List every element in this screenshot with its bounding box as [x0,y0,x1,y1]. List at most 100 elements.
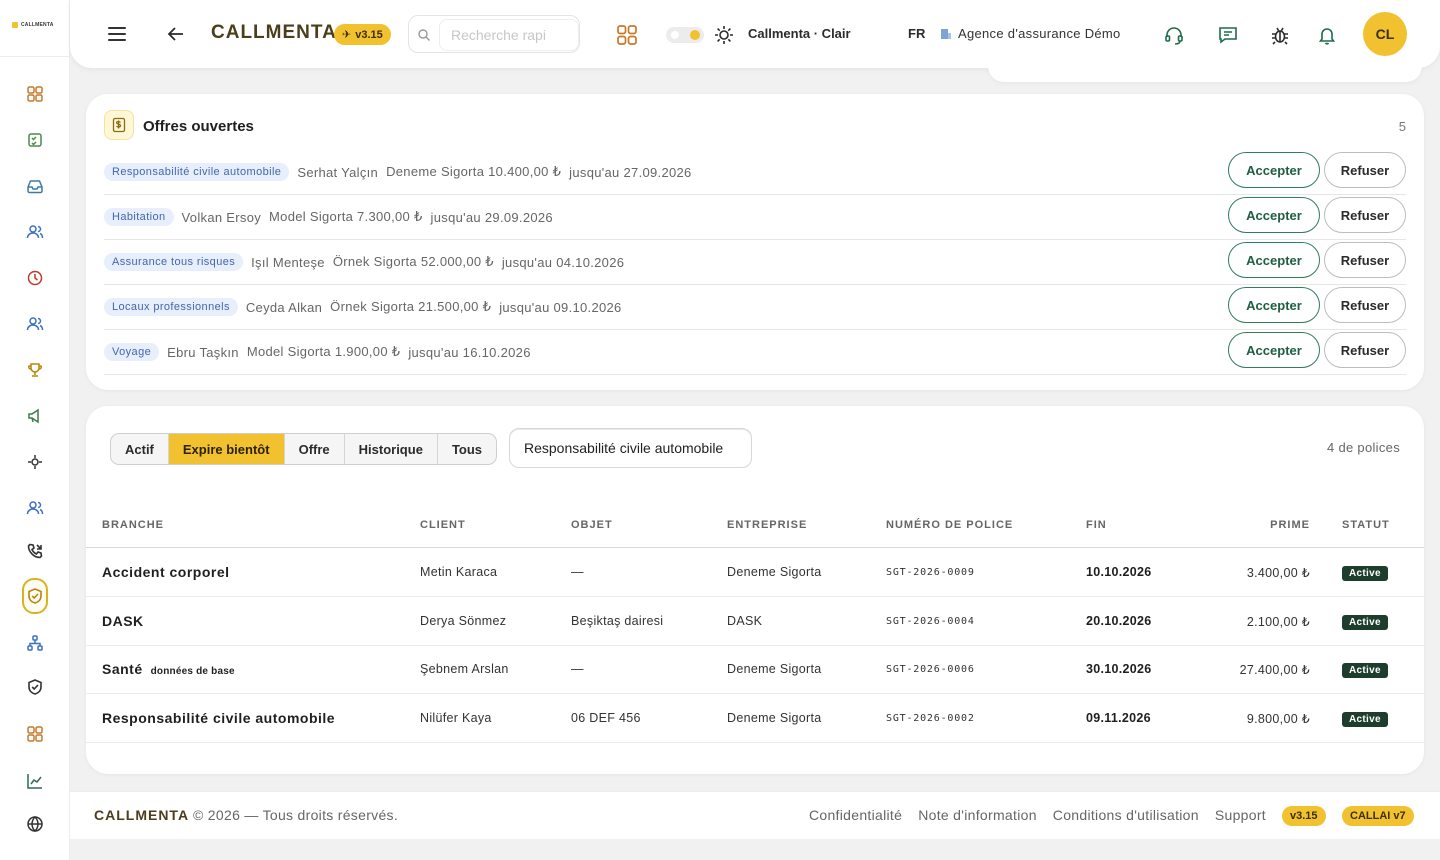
table-row[interactable]: Santé données de base Şebnem Arslan — Den… [86,645,1424,694]
phone-icon[interactable] [22,538,48,564]
language-selector[interactable]: FR [908,26,925,41]
chat-icon[interactable] [1217,24,1239,46]
analytics-icon[interactable] [22,768,48,794]
offer-valid-until: jusqu'au 04.10.2026 [501,254,625,270]
offer-row: Voyage Ebru Taşkın Model Sigorta 1.900,0… [104,330,1406,375]
branch-sub-label: données de base [150,666,235,677]
table-row[interactable]: Accident corporel Metin Karaca — Deneme … [86,548,1424,597]
policy-end-date: 20.10.2026 [1086,614,1152,628]
policy-prime: 2.100,00 ₺ [1246,615,1310,629]
headset-icon[interactable] [1163,24,1185,46]
theme-label[interactable]: Callmenta · Clair [748,26,851,41]
accept-offer-button[interactable]: Accepter [1228,287,1320,323]
footer-link-terms[interactable]: Conditions d'utilisation [1053,807,1199,823]
theme-toggle[interactable] [666,27,704,43]
status-badge: Active [1342,712,1388,727]
offer-valid-until: jusqu'au 16.10.2026 [408,344,531,360]
column-header-branch[interactable]: BRANCHE [102,519,164,531]
back-arrow-icon[interactable] [164,22,188,46]
column-header-company[interactable]: ENTREPRISE [727,519,807,531]
megaphone-icon[interactable] [22,403,48,429]
org-chart-icon[interactable] [22,630,48,656]
globe-icon[interactable] [22,811,48,837]
policy-branch: Responsabilité civile automobile [102,710,343,726]
offer-company-amount: Model Sigorta 7.300,00 ₺ [269,209,423,224]
policy-end-date: 09.11.2026 [1086,711,1151,725]
search-input[interactable] [439,19,579,51]
column-header-object[interactable]: OBJET [571,519,613,531]
policy-number: SGT-2026-0009 [886,567,975,578]
team-icon[interactable] [22,311,48,337]
footer-link-privacy[interactable]: Confidentialité [809,807,902,823]
table-row[interactable]: DASK Derya Sönmez Beşiktaş dairesi DASK … [86,597,1424,646]
integrations-icon[interactable] [22,449,48,475]
policy-number: SGT-2026-0002 [886,713,975,724]
clock-icon[interactable] [22,265,48,291]
version-badge: ✈ v3.15 [334,24,391,45]
branch-label: DASK [102,613,144,629]
sidebar-logo-text: CALLMENTA [21,22,54,28]
bug-icon[interactable] [1269,24,1291,46]
app-brand[interactable]: CALLMENTA [211,22,337,44]
policy-status-tabs: Actif Expire bientôt Offre Historique To… [110,433,498,465]
tab-tous[interactable]: Tous [438,434,496,464]
users-icon[interactable] [22,495,48,521]
offer-client: Ebru Taşkın [167,344,239,360]
search-icon[interactable] [417,28,431,42]
trophy-icon[interactable] [22,357,48,383]
tasks-icon[interactable] [22,127,48,153]
tab-offre[interactable]: Offre [285,434,345,464]
column-header-status[interactable]: STATUT [1342,519,1390,531]
inbox-icon[interactable] [22,173,48,199]
policy-client: Metin Karaca [420,565,498,579]
offer-valid-until: jusqu'au 29.09.2026 [430,209,553,225]
search-box [408,15,580,53]
accept-offer-button[interactable]: Accepter [1228,197,1320,233]
offer-client: Volkan Ersoy [181,209,262,225]
column-header-prime[interactable]: PRIME [1270,519,1310,531]
agency-selector[interactable]: Agence d'assurance Démo [940,26,1121,41]
footer-link-support[interactable]: Support [1215,807,1266,823]
policy-branch: Accident corporel [102,564,238,580]
branch-filter[interactable]: Responsabilité civile automobile [509,428,752,468]
accept-offer-button[interactable]: Accepter [1228,242,1320,278]
tab-historique[interactable]: Historique [345,434,438,464]
policy-shield-icon[interactable] [22,578,48,614]
menu-toggle-icon[interactable] [106,24,128,44]
accept-offer-button[interactable]: Accepter [1228,152,1320,188]
policy-count: 4 de polices [1327,440,1400,455]
column-header-policy-number[interactable]: NUMÉRO DE POLICE [886,519,1013,531]
accept-offer-button[interactable]: Accepter [1228,332,1320,368]
status-badge: Active [1342,615,1388,630]
tab-expire-bientot[interactable]: Expire bientôt [168,434,285,464]
shield-check-icon[interactable] [22,674,48,700]
refuse-offer-button[interactable]: Refuser [1324,332,1406,368]
sidebar-logo[interactable]: CALLMENTA [12,22,54,28]
sun-icon[interactable] [713,24,735,46]
column-header-end[interactable]: FIN [1086,519,1107,531]
refuse-offer-button[interactable]: Refuser [1324,152,1406,188]
building-icon [941,28,951,39]
refuse-offer-button[interactable]: Refuser [1324,197,1406,233]
apps-grid-icon[interactable] [616,24,638,46]
footer-version-badge: v3.15 [1282,806,1326,826]
refuse-offer-button[interactable]: Refuser [1324,287,1406,323]
bell-icon[interactable] [1316,24,1338,46]
branch-label: Accident corporel [102,564,230,580]
user-avatar[interactable]: CL [1363,12,1407,56]
version-text: v3.15 [355,28,383,41]
footer-link-information-notice[interactable]: Note d'information [918,807,1037,823]
offers-count: 5 [1398,119,1406,134]
refuse-offer-button[interactable]: Refuser [1324,242,1406,278]
table-row[interactable]: Responsabilité civile automobile Nilüfer… [86,694,1424,743]
dashboard-icon[interactable] [22,81,48,107]
policy-client: Nilüfer Kaya [420,711,492,725]
modules-icon[interactable] [22,721,48,747]
offer-valid-until: jusqu'au 09.10.2026 [499,299,622,315]
sidebar-divider [0,56,70,57]
tab-actif[interactable]: Actif [111,434,169,464]
column-header-client[interactable]: CLIENT [420,519,466,531]
status-badge: Active [1342,663,1388,678]
contacts-icon[interactable] [22,219,48,245]
offer-company-amount: Örnek Sigorta 52.000,00 ₺ [332,254,494,269]
